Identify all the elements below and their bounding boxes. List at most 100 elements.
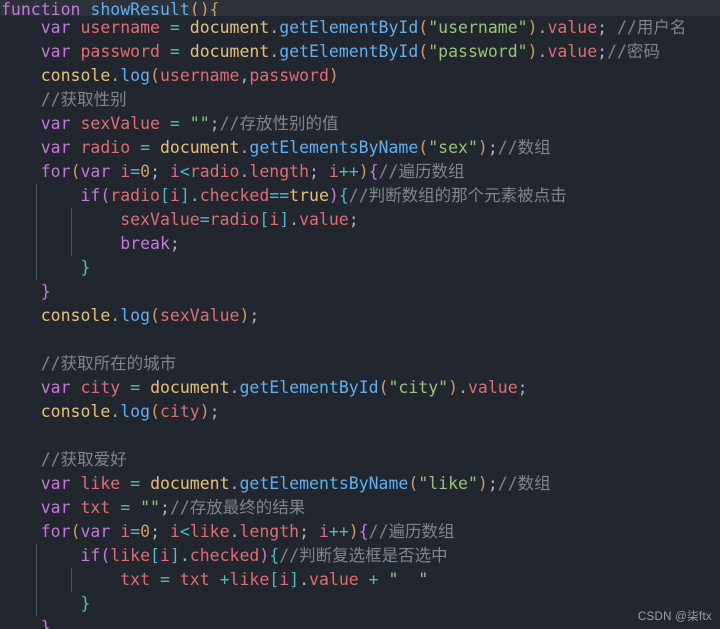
code-line-text: var password = document.getElementById("… (0, 40, 660, 64)
code-line[interactable] (0, 424, 720, 448)
code-token: ) (448, 378, 459, 397)
code-token: if (80, 186, 101, 205)
code-line[interactable]: //获取所在的城市 (0, 352, 720, 376)
code-token: showResult (90, 0, 190, 16)
code-line[interactable]: break; (0, 232, 720, 256)
code-line[interactable]: console.log(city); (0, 400, 720, 424)
code-token: for (40, 522, 71, 541)
code-line[interactable]: } (0, 616, 720, 629)
code-token: { (209, 0, 220, 16)
code-token: ) (328, 186, 339, 205)
code-token: ] (289, 570, 300, 589)
code-line[interactable]: //获取性别 (0, 88, 720, 112)
code-token: var (40, 378, 71, 397)
code-token: "password" (428, 42, 528, 61)
code-line[interactable]: var txt = "";//存放最终的结果 (0, 496, 720, 520)
code-token: < (179, 162, 190, 181)
code-token: radio (110, 186, 160, 205)
code-line-text: var radio = document.getElementsByName("… (0, 136, 551, 160)
code-token: i (159, 546, 170, 565)
code-line[interactable]: var password = document.getElementById("… (0, 40, 720, 64)
code-line[interactable]: } (0, 280, 720, 304)
code-content-area[interactable]: function showResult(){ var username = do… (0, 0, 720, 629)
code-line[interactable]: console.log(sexValue); (0, 304, 720, 328)
code-token: value (547, 42, 598, 61)
code-token: document (159, 138, 240, 157)
code-line[interactable]: if(like[i].checked){//判断复选框是否选中 (0, 544, 720, 568)
code-token: log (120, 66, 151, 85)
code-line[interactable]: sexValue=radio[i].value; (0, 208, 720, 232)
code-token: like (80, 474, 121, 493)
code-token: value (547, 18, 598, 37)
code-token: ( (70, 162, 81, 181)
code-line[interactable]: txt = txt +like[i].value + " " (0, 568, 720, 592)
code-token: console (40, 402, 111, 421)
code-line[interactable]: for(var i=0; i<like.length; i++){//遍历数组 (0, 520, 720, 544)
code-line[interactable]: //获取爱好 (0, 448, 720, 472)
code-token: document (150, 378, 230, 397)
code-token: i (120, 522, 131, 541)
code-token: //获取爱好 (40, 450, 127, 469)
code-token: ( (418, 138, 429, 157)
code-line[interactable]: console.log(username,password) (0, 64, 720, 88)
code-token: like (189, 522, 230, 541)
code-token: city (80, 378, 121, 397)
code-token: value (467, 378, 518, 397)
code-line[interactable]: if(radio[i].checked==true){//判断数组的那个元素被点… (0, 184, 720, 208)
code-token: i (279, 570, 290, 589)
code-line[interactable]: var sexValue = "";//存放性别的值 (0, 112, 720, 136)
code-line[interactable]: var username = document.getElementById("… (0, 16, 720, 40)
code-token: password (80, 42, 160, 61)
code-token: //数组 (497, 138, 551, 157)
code-token: ) (527, 18, 538, 37)
code-token: ++ (338, 162, 359, 181)
code-line[interactable]: for(var i=0; i<radio.length; i++){//遍历数组 (0, 160, 720, 184)
code-token: [ (150, 546, 160, 565)
code-token: ( (100, 186, 111, 205)
code-token: . (229, 474, 240, 493)
code-token: city (159, 402, 200, 421)
code-line[interactable]: var like = document.getElementsByName("l… (0, 472, 720, 496)
code-token: ; (487, 138, 498, 157)
code-token: < (179, 522, 190, 541)
code-token: "" (140, 498, 160, 517)
code-token: . (229, 378, 240, 397)
code-token: i (328, 162, 339, 181)
code-line[interactable] (0, 328, 720, 352)
code-line[interactable]: } (0, 592, 720, 616)
csdn-watermark: CSDN @柒ftx (637, 611, 712, 623)
code-line-text: } (0, 256, 90, 280)
code-token: for (40, 162, 71, 181)
code-token: { (358, 522, 369, 541)
code-line[interactable]: } (0, 256, 720, 280)
code-token: ; (487, 474, 498, 493)
code-token: 0 (140, 162, 151, 181)
code-line[interactable]: var radio = document.getElementsByName("… (0, 136, 720, 160)
code-token: ) (477, 138, 488, 157)
code-token: = (130, 162, 141, 181)
code-line-text: var sexValue = "";//存放性别的值 (0, 112, 339, 136)
code-token: txt (179, 570, 210, 589)
code-token: [ (159, 186, 170, 205)
code-token: . (189, 186, 200, 205)
code-token: ; (209, 402, 220, 421)
code-line[interactable]: var city = document.getElementById("city… (0, 376, 720, 400)
code-token: ; (348, 210, 359, 229)
code-line[interactable]: function showResult(){ (0, 0, 720, 16)
